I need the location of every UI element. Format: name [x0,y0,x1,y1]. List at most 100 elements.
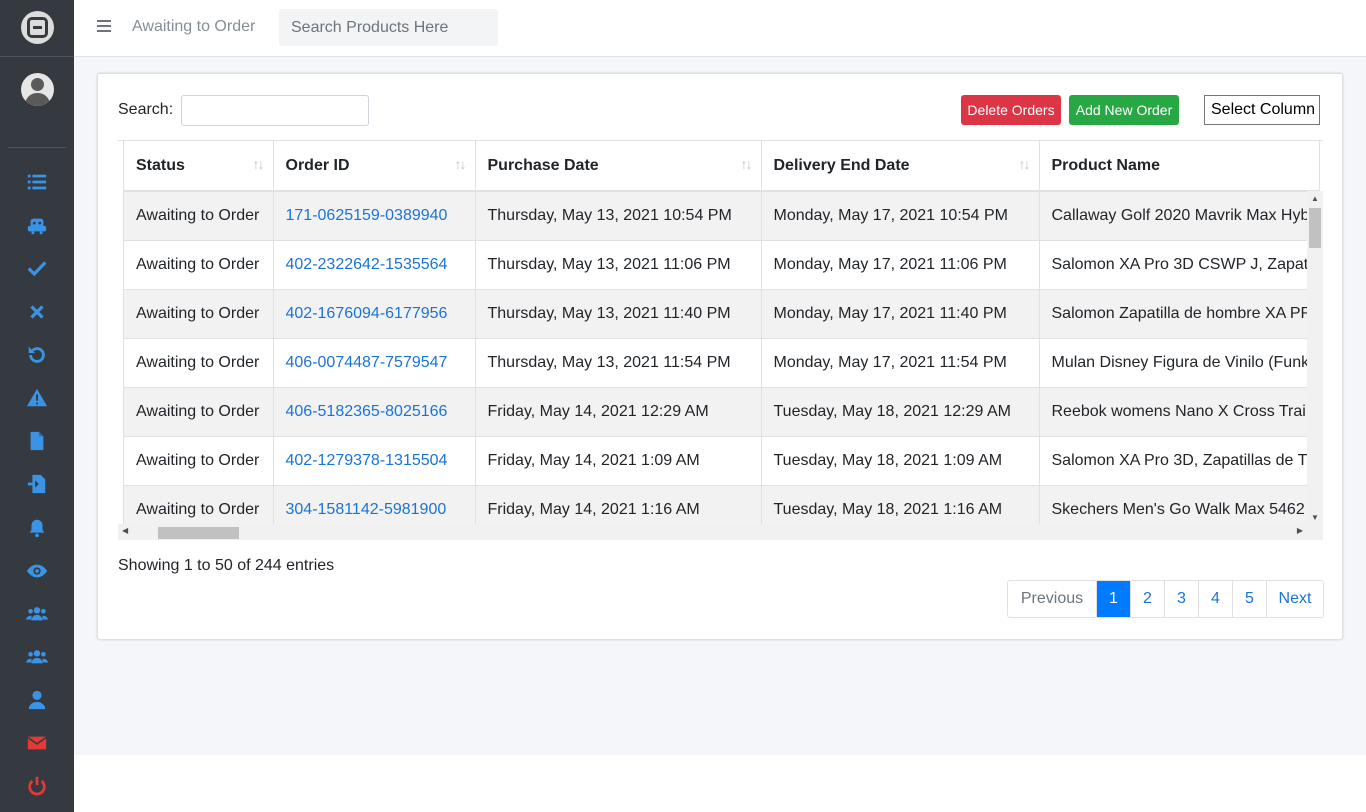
sort-icon[interactable]: ↑↓ [741,156,753,172]
sidebar-item-logout[interactable] [22,773,52,799]
pagination: Previous 1 2 3 4 5 Next [1007,580,1324,618]
brand-area [0,0,74,57]
cell-delivery-end-date: Monday, May 17, 2021 10:54 PM [761,191,1040,241]
cell-purchase-date: Thursday, May 13, 2021 11:40 PM [475,289,762,339]
sidebar-item-cancelled[interactable] [22,299,52,325]
sidebar-item-notifications[interactable] [22,515,52,541]
column-header-status[interactable]: Status ↑↓ [124,141,274,192]
column-header-label: Product Name [1051,156,1160,174]
user-icon [28,690,46,710]
cell-purchase-date: Thursday, May 13, 2021 10:54 PM [475,191,762,241]
horizontal-scroll-thumb[interactable] [158,527,239,539]
list-icon [27,174,47,190]
file-import-icon [27,474,46,494]
delete-orders-button[interactable]: Delete Orders [961,95,1061,125]
cell-order-id-link[interactable]: 171-0625159-0389940 [273,191,476,241]
entries-info: Showing 1 to 50 of 244 entries [118,557,335,574]
scroll-down-arrow-icon[interactable]: ▼ [1311,513,1319,522]
cell-product-name: Mulan Disney Figura de Vinilo (Funk [1039,338,1320,388]
cell-product-name: Callaway Golf 2020 Mavrik Max Hyb [1039,191,1320,241]
check-icon [27,261,47,277]
cell-product-name: Salomon Zapatilla de hombre XA PR [1039,289,1320,339]
cell-purchase-date: Friday, May 14, 2021 1:09 AM [475,436,762,486]
cell-order-id-link[interactable]: 406-0074487-7579547 [273,338,476,388]
add-new-order-button[interactable]: Add New Order [1069,95,1179,125]
product-search-input[interactable] [279,9,498,46]
avatar[interactable] [21,73,54,106]
orders-table-container: Status ↑↓ Order ID ↑↓ Purchase Date ↑↓ Deli… [118,140,1323,540]
column-header-product-name[interactable]: Product Name [1039,141,1320,192]
cell-delivery-end-date: Tuesday, May 18, 2021 1:09 AM [761,436,1040,486]
sidebar-item-orders[interactable] [22,169,52,195]
table-row[interactable]: Awaiting to Order 402-2322642-1535564 Th… [124,240,1320,290]
menu-toggle-icon[interactable] [97,20,111,34]
select-column-button[interactable]: Select Column [1204,95,1320,125]
sidebar-divider [8,147,66,148]
sort-icon[interactable]: ↑↓ [1019,156,1031,172]
cell-product-name: Salomon XA Pro 3D, Zapatillas de T [1039,436,1320,486]
pagination-page-2[interactable]: 2 [1130,581,1164,617]
sidebar-item-groups[interactable] [22,644,52,670]
envelope-icon [27,736,47,750]
column-header-order-id[interactable]: Order ID ↑↓ [273,141,476,192]
vertical-scroll-thumb[interactable] [1309,208,1321,248]
user-panel [0,58,74,148]
table-row[interactable]: Awaiting to Order 406-0074487-7579547 Th… [124,338,1320,388]
times-icon [30,305,44,319]
sidebar-item-documents[interactable] [22,428,52,454]
sidebar-item-bot[interactable] [22,212,52,238]
table-search-input[interactable] [181,95,369,126]
column-header-label: Purchase Date [487,156,599,174]
cell-status: Awaiting to Order [124,338,274,388]
sidebar-item-watch[interactable] [22,558,52,584]
cell-delivery-end-date: Monday, May 17, 2021 11:06 PM [761,240,1040,290]
cell-order-id-link[interactable]: 402-1676094-6177956 [273,289,476,339]
sidebar-item-import[interactable] [22,471,52,497]
sidebar-item-completed[interactable] [22,255,52,281]
table-row[interactable]: Awaiting to Order 406-5182365-8025166 Fr… [124,387,1320,437]
column-header-purchase-date[interactable]: Purchase Date ↑↓ [475,141,762,192]
sidebar-item-returns[interactable] [22,342,52,368]
table-row[interactable]: Awaiting to Order 171-0625159-0389940 Th… [124,191,1320,241]
pagination-page-3[interactable]: 3 [1164,581,1198,617]
sidebar-item-profile[interactable] [22,687,52,713]
cell-product-name: Reebok womens Nano X Cross Trai [1039,387,1320,437]
pagination-previous[interactable]: Previous [1008,581,1096,617]
cell-order-id-link[interactable]: 402-2322642-1535564 [273,240,476,290]
logo-icon[interactable] [21,11,54,44]
bell-icon [29,519,45,538]
page-title[interactable]: Awaiting to Order [132,18,255,36]
cell-product-name: Salomon XA Pro 3D CSWP J, Zapat [1039,240,1320,290]
cell-order-id-link[interactable]: 402-1279378-1315504 [273,436,476,486]
cell-status: Awaiting to Order [124,240,274,290]
cell-purchase-date: Thursday, May 13, 2021 11:54 PM [475,338,762,388]
pagination-page-5[interactable]: 5 [1232,581,1266,617]
undo-icon [28,346,45,363]
column-header-label: Delivery End Date [773,156,910,174]
sidebar-item-warnings[interactable] [22,385,52,411]
cell-status: Awaiting to Order [124,289,274,339]
cell-order-id-link[interactable]: 406-5182365-8025166 [273,387,476,437]
sidebar-item-messages[interactable] [22,730,52,756]
robot-icon [27,218,47,235]
sort-icon[interactable]: ↑↓ [455,156,467,172]
sidebar-item-customers[interactable] [22,601,52,627]
horizontal-scrollbar[interactable]: ◀ ▶ [118,524,1323,540]
scroll-up-arrow-icon[interactable]: ▲ [1311,194,1319,203]
vertical-scrollbar[interactable]: ▲ ▼ [1307,191,1323,524]
orders-card: Search: Delete Orders Add New Order Sele… [97,73,1343,640]
pagination-next[interactable]: Next [1266,581,1323,617]
orders-table: Status ↑↓ Order ID ↑↓ Purchase Date ↑↓ Deli… [124,141,1320,535]
cell-delivery-end-date: Monday, May 17, 2021 11:54 PM [761,338,1040,388]
table-row[interactable]: Awaiting to Order 402-1279378-1315504 Fr… [124,436,1320,486]
sort-icon[interactable]: ↑↓ [253,156,265,172]
cell-status: Awaiting to Order [124,191,274,241]
table-row[interactable]: Awaiting to Order 402-1676094-6177956 Th… [124,289,1320,339]
scroll-left-arrow-icon[interactable]: ◀ [122,526,128,535]
pagination-page-4[interactable]: 4 [1198,581,1232,617]
column-header-label: Status [136,156,185,174]
scroll-right-arrow-icon[interactable]: ▶ [1297,526,1303,535]
pagination-page-1[interactable]: 1 [1096,581,1130,617]
column-header-delivery-end-date[interactable]: Delivery End Date ↑↓ [761,141,1040,192]
power-icon [28,776,46,796]
